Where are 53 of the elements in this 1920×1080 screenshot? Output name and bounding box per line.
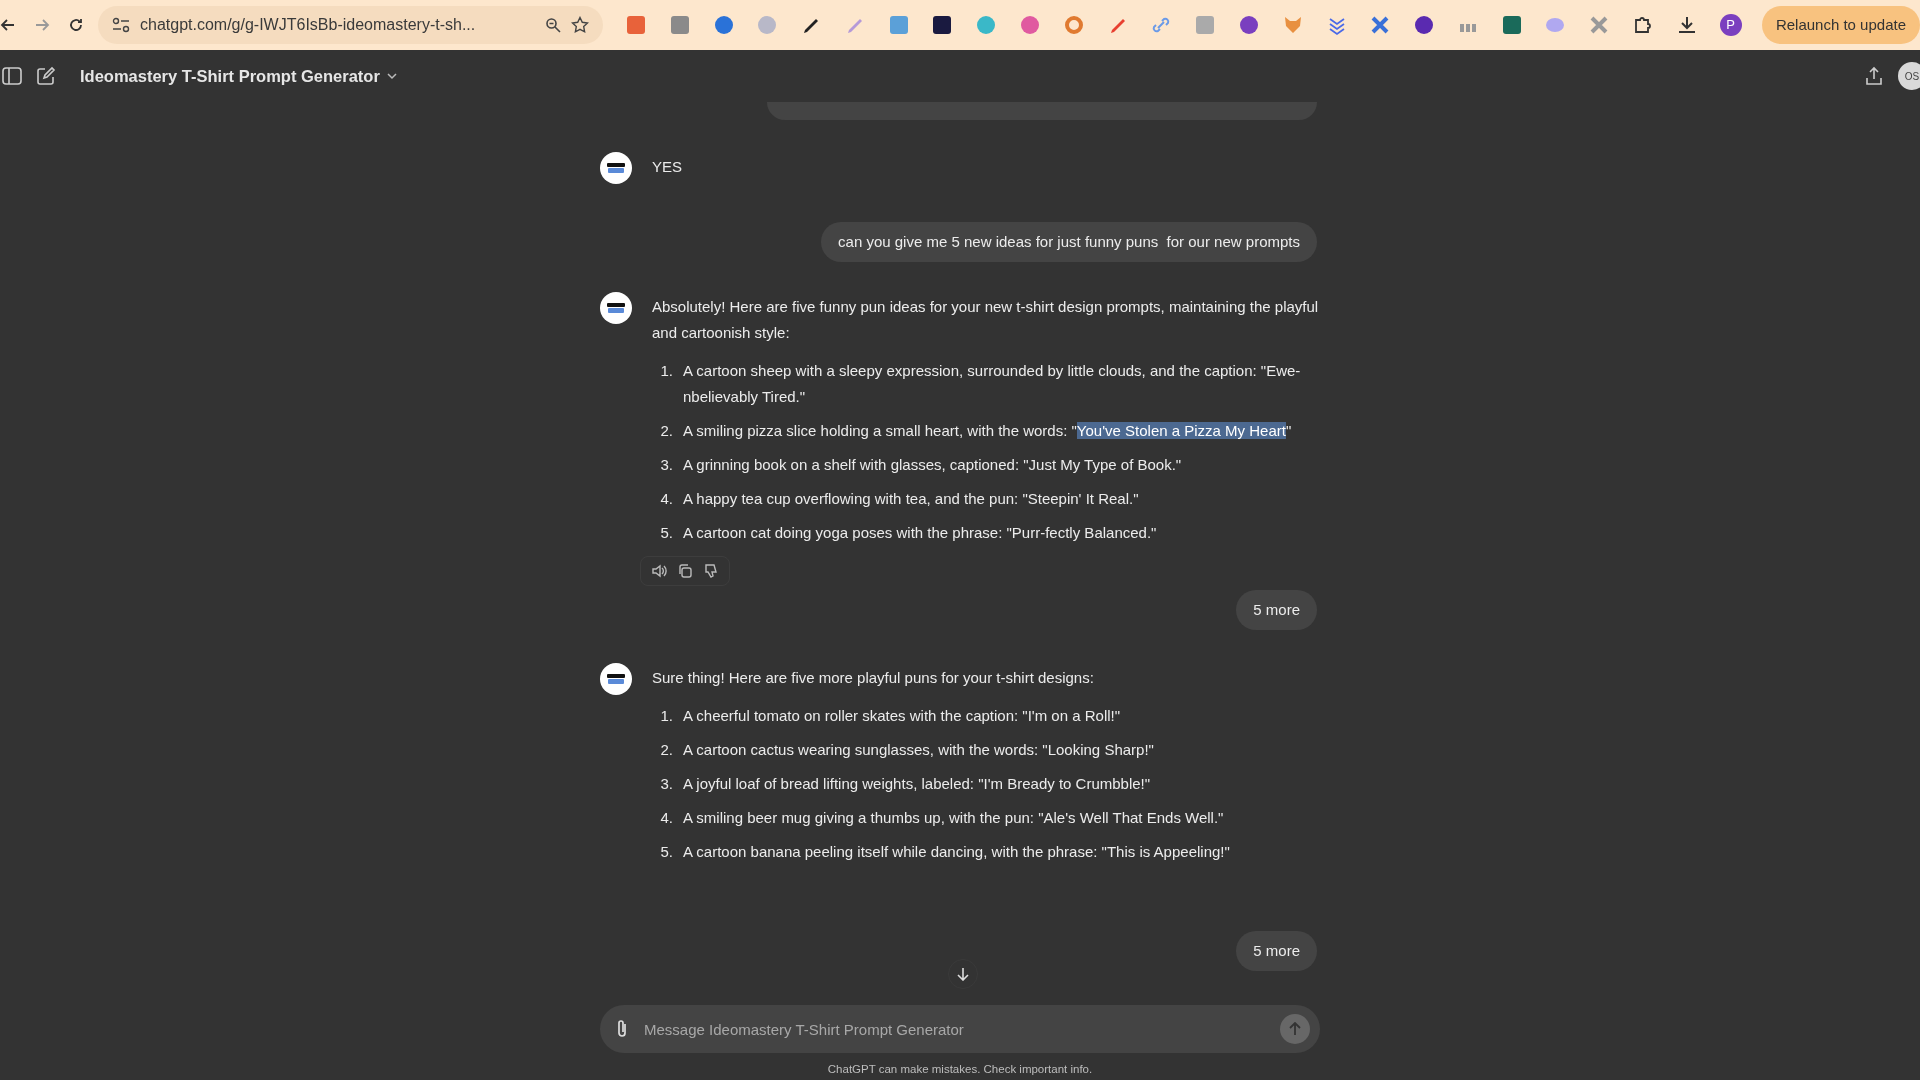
- assistant-avatar-icon: [600, 663, 632, 695]
- list-number: 2.: [659, 740, 673, 760]
- list-item-text: A cartoon sheep with a sleepy expression, surrounded by little clouds, and the caption: "Ewe-nbelievably Tired.": [683, 361, 1302, 407]
- list-item-text: A cartoon cat doing yoga poses with the phrase: "Purr-fectly Balanced.": [683, 523, 1157, 543]
- share-icon[interactable]: [1864, 66, 1884, 86]
- assistant-message: Sure thing! Here are five more playful puns for your t-shirt designs:: [652, 668, 1095, 688]
- list-number: 4.: [659, 489, 673, 509]
- arrow-up-icon: [1288, 1022, 1302, 1036]
- extension-icon[interactable]: [931, 13, 954, 36]
- list-number: 5.: [659, 523, 673, 543]
- list-number: 4.: [659, 808, 673, 828]
- list-number: 3.: [659, 774, 673, 794]
- list-item-text: A smiling pizza slice holding a small heart, with the words: "You've Stolen a Pizza My Heart": [683, 421, 1292, 441]
- list-number: 2.: [659, 421, 673, 441]
- list-item-text: A smiling beer mug giving a thumbs up, with the pun: "Ale's Well That Ends Well.": [683, 808, 1224, 828]
- thumbs-down-icon[interactable]: [703, 563, 719, 579]
- assistant-message: YES: [652, 157, 683, 177]
- relaunch-button[interactable]: Relaunch to update: [1761, 5, 1920, 44]
- back-icon[interactable]: [0, 16, 16, 33]
- user-message: 5 more: [1236, 931, 1317, 971]
- assistant-avatar-icon: [600, 152, 632, 184]
- list-item-text: A cartoon banana peeling itself while dancing, with the phrase: "This is Appeeling!": [683, 842, 1230, 862]
- arrow-down-icon: [956, 967, 970, 981]
- star-icon[interactable]: [571, 15, 589, 34]
- list-item-text: A grinning book on a shelf with glasses, captioned: "Just My Type of Book.": [683, 455, 1182, 475]
- speaker-icon[interactable]: [651, 563, 667, 579]
- reload-icon[interactable]: [68, 16, 84, 33]
- list-number: 1.: [659, 361, 673, 381]
- message-field[interactable]: Message Ideomastery T-Shirt Prompt Generator: [600, 1005, 1320, 1053]
- copy-icon[interactable]: [677, 563, 693, 579]
- list-item-text: A joyful loaf of bread lifting weights, labeled: "I'm Bready to Crumbble!": [683, 774, 1151, 794]
- site-settings-icon[interactable]: [112, 16, 130, 33]
- list-item-text: A cheerful tomato on roller skates with the caption: "I'm on a Roll!": [683, 706, 1121, 726]
- list-number: 5.: [659, 842, 673, 862]
- sidebar-toggle-icon[interactable]: [2, 67, 22, 85]
- scroll-down-button[interactable]: [948, 959, 978, 989]
- profile-avatar[interactable]: P: [1719, 13, 1742, 36]
- list-item-text: A happy tea cup overflowing with tea, and the pun: "Steepin' It Real.": [683, 489, 1139, 509]
- disclaimer-text: ChatGPT can make mistakes. Check important info.: [826, 1063, 1094, 1075]
- assistant-avatar-icon: [600, 292, 632, 324]
- model-selector[interactable]: Ideomastery T-Shirt Prompt Generator: [80, 66, 398, 86]
- new-chat-icon[interactable]: [36, 66, 56, 86]
- list-number: 1.: [659, 706, 673, 726]
- extension-icon[interactable]: [1413, 13, 1436, 36]
- user-avatar[interactable]: OS: [1898, 62, 1920, 90]
- zoom-icon[interactable]: [545, 16, 561, 33]
- list-item-text: A cartoon cactus wearing sunglasses, with the words: "Looking Sharp!": [683, 740, 1154, 760]
- assistant-message: Absolutely! Here are five funny pun ideas for your new t-shirt design prompts, maintaining the playful and cartoonish style:: [652, 297, 1320, 343]
- user-message: can you give me 5 new ideas for just funny puns for our new prompts: [821, 222, 1317, 262]
- chevron-down-icon: [385, 70, 398, 82]
- list-number: 3.: [659, 455, 673, 475]
- user-message: 5 more: [1236, 590, 1317, 630]
- message-input[interactable]: Message Ideomastery T-Shirt Prompt Generator: [642, 1013, 1268, 1045]
